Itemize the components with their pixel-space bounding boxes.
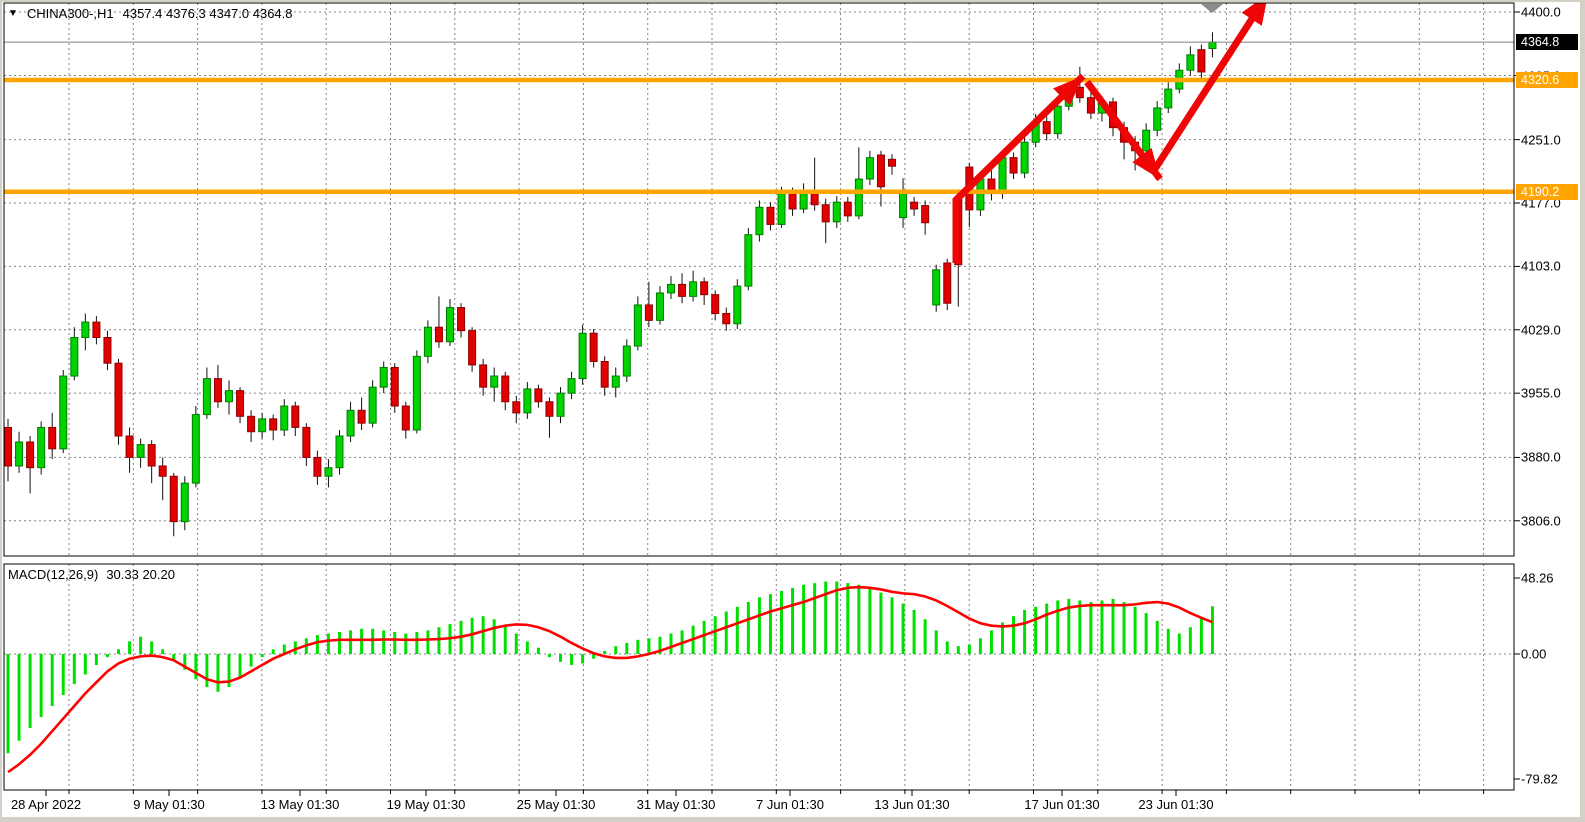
trading-chart-window: ▼ CHINA300-,H1 4357.4 4376.3 4347.0 4364… — [0, 0, 1585, 822]
chart-title: ▼ CHINA300-,H1 4357.4 4376.3 4347.0 4364… — [8, 6, 293, 21]
price-axis-label: 4103.0 — [1521, 259, 1561, 274]
macd-axis-label: 48.26 — [1521, 571, 1554, 586]
time-axis-label: 13 Jun 01:30 — [874, 797, 949, 812]
time-axis-label: 31 May 01:30 — [637, 797, 716, 812]
price-axis-label: 4251.0 — [1521, 132, 1561, 147]
ohlc-values: 4357.4 4376.3 4347.0 4364.8 — [123, 6, 293, 21]
window-edge-left — [0, 0, 2, 822]
triangle-down-icon: ▼ — [8, 7, 18, 20]
window-edge-top — [0, 0, 1585, 2]
macd-values: 30.33 20.20 — [106, 567, 175, 582]
macd-indicator-label: MACD(12,26,9) 30.33 20.20 — [8, 567, 175, 582]
time-axis-label: 19 May 01:30 — [387, 797, 466, 812]
macd-axis-label: -79.82 — [1521, 772, 1558, 787]
macd-layer — [8, 582, 1212, 773]
time-axis-label: 28 Apr 2022 — [11, 797, 81, 812]
macd-name: MACD(12,26,9) — [8, 567, 98, 582]
price-axis-label: 3955.0 — [1521, 386, 1561, 401]
price-axis-label: 3880.0 — [1521, 450, 1561, 465]
level-price-tag: 4320.6 — [1516, 72, 1578, 88]
price-axis-label: 3806.0 — [1521, 513, 1561, 528]
macd-signal-line — [8, 587, 1212, 772]
window-edge-right — [1580, 0, 1585, 822]
time-axis-label: 7 Jun 01:30 — [756, 797, 824, 812]
time-axis-label: 25 May 01:30 — [517, 797, 596, 812]
time-axis-label: 17 Jun 01:30 — [1024, 797, 1099, 812]
window-edge-bottom — [0, 817, 1585, 822]
current-price-tag: 4364.8 — [1516, 34, 1578, 50]
symbol-period-label: CHINA300-,H1 — [27, 6, 114, 21]
candlestick-layer — [5, 32, 1216, 536]
level-lines — [4, 42, 1514, 192]
time-axis-label: 13 May 01:30 — [261, 797, 340, 812]
time-axis-label: 9 May 01:30 — [133, 797, 205, 812]
macd-axis-label: 0.00 — [1521, 647, 1546, 662]
trend-arrows — [956, 0, 1268, 263]
price-axis-label: 4400.0 — [1521, 5, 1561, 20]
chart-canvas[interactable] — [0, 0, 1585, 822]
time-axis-label: 23 Jun 01:30 — [1138, 797, 1213, 812]
level-price-tag: 4190.2 — [1516, 184, 1578, 200]
price-axis-label: 4029.0 — [1521, 322, 1561, 337]
